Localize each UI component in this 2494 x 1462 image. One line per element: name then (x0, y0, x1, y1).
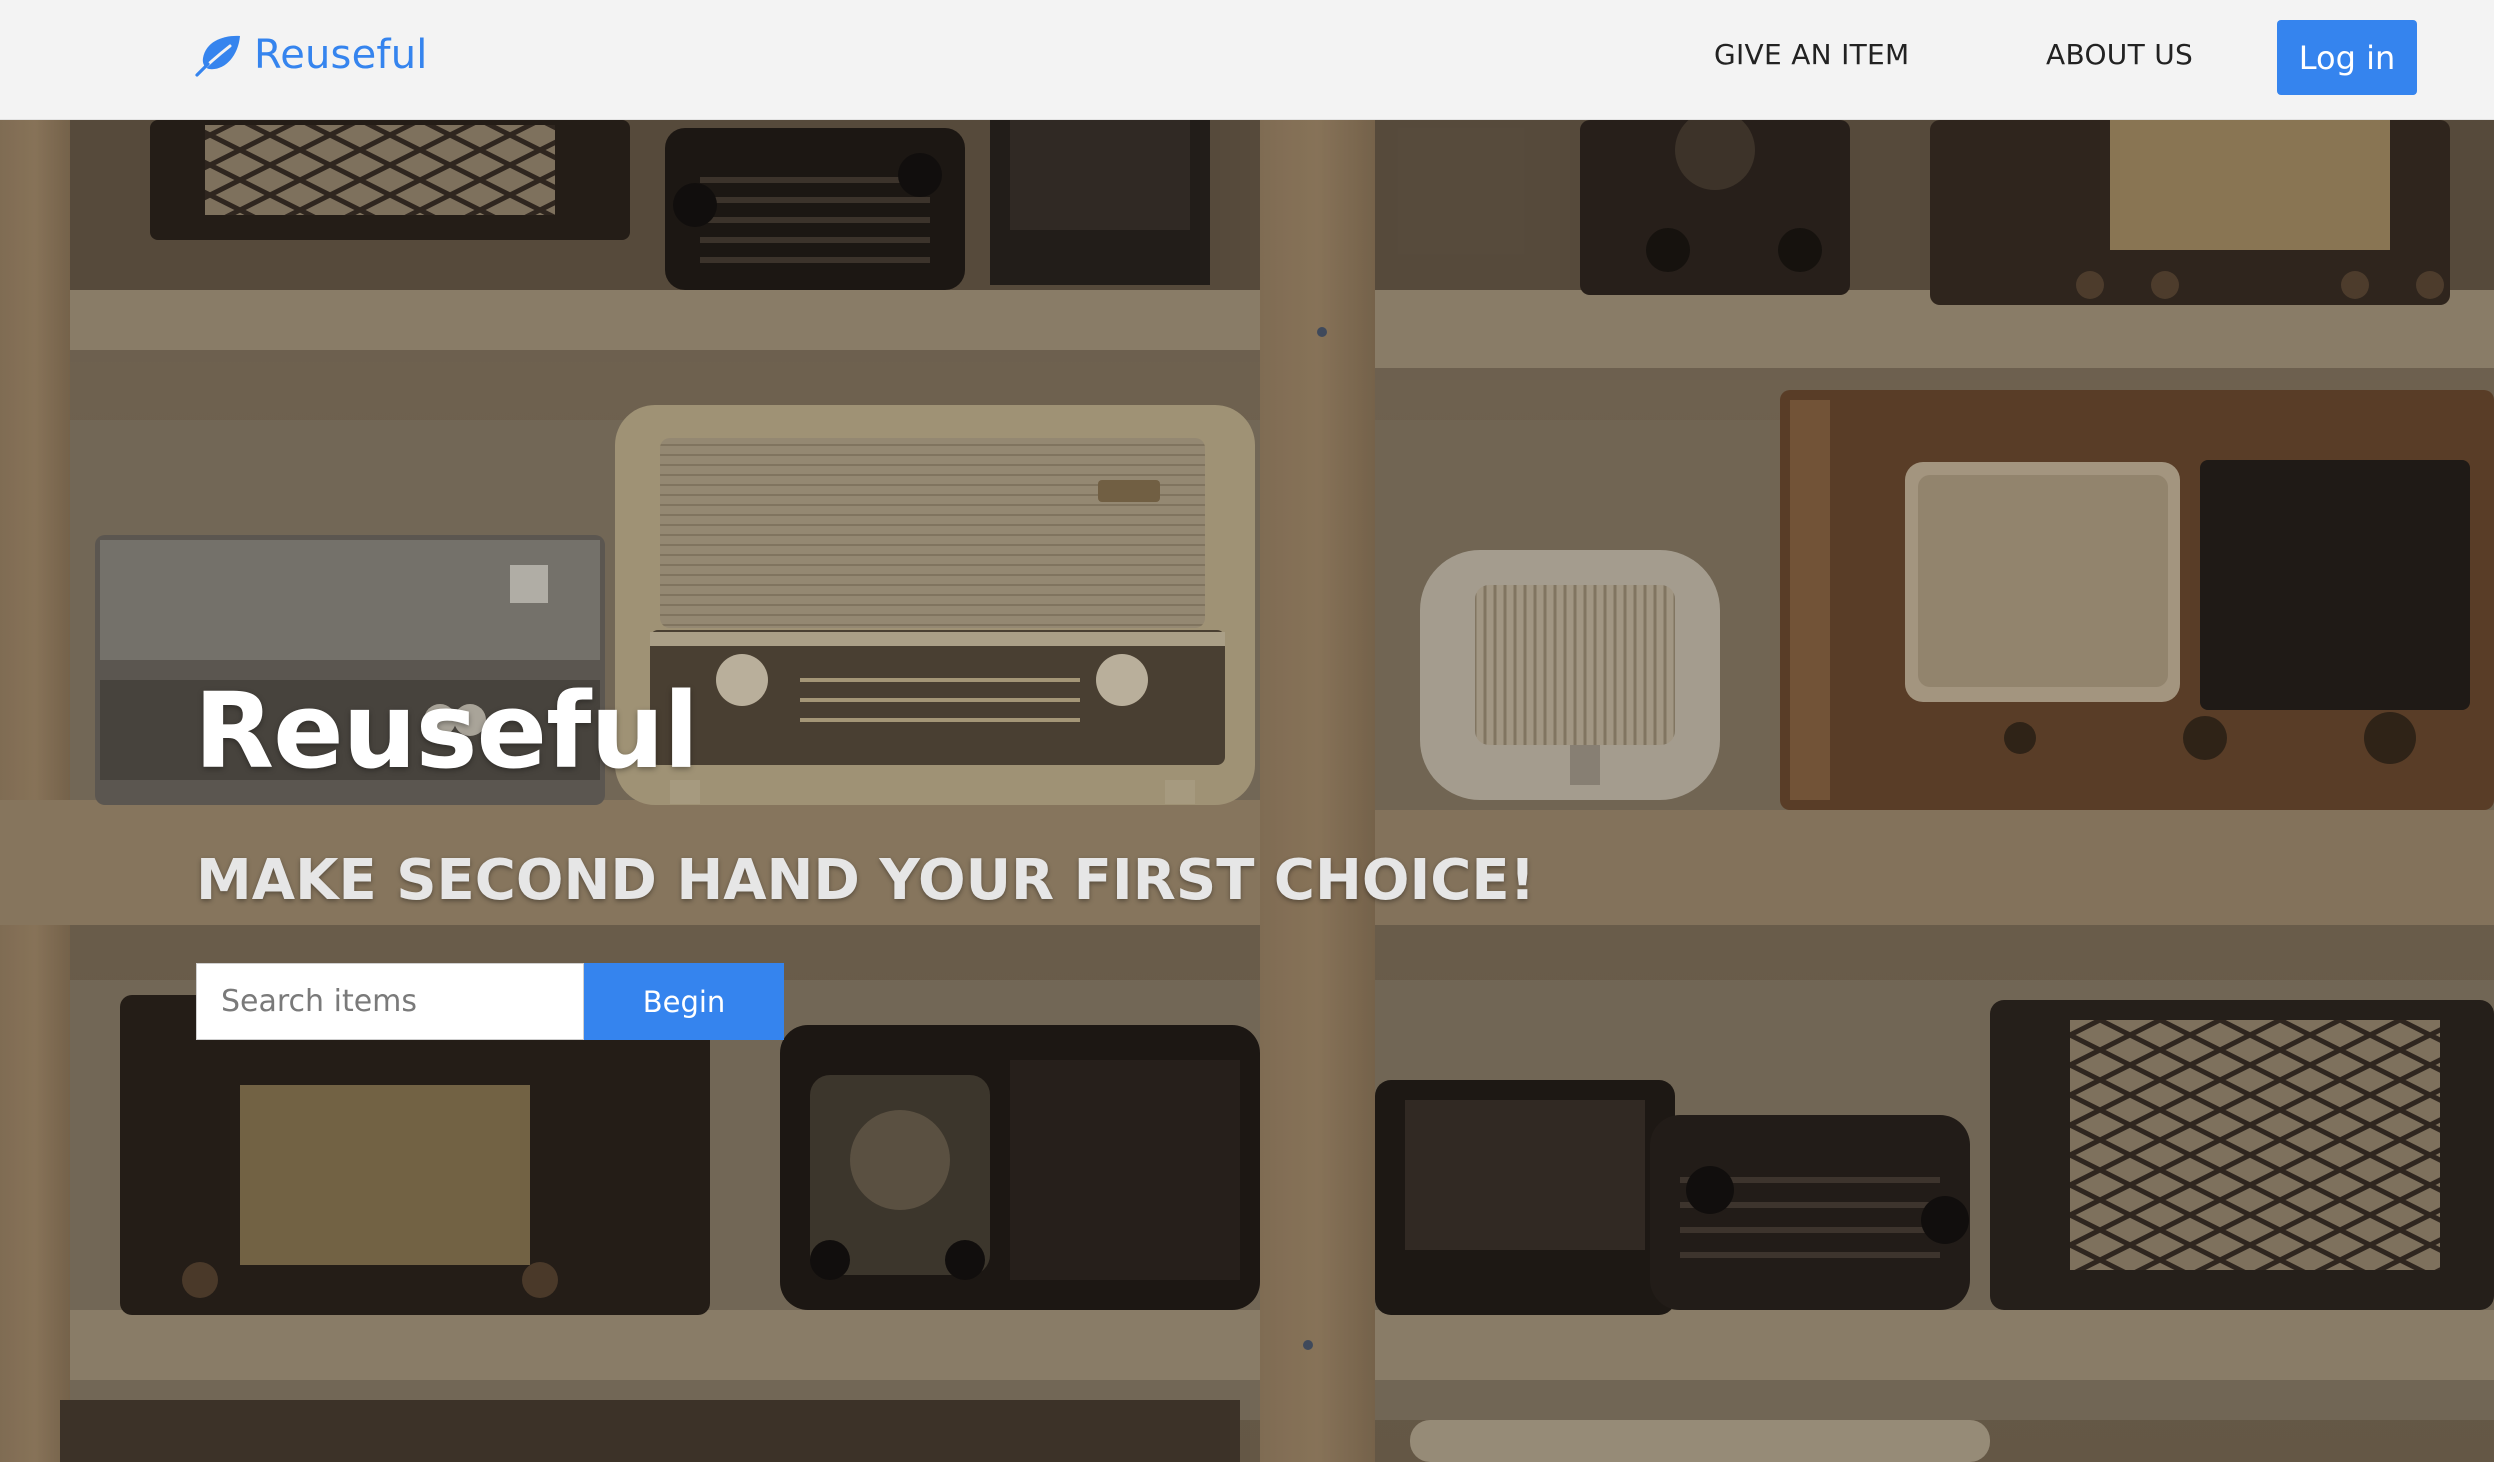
search-input[interactable] (196, 963, 584, 1040)
brand-name: Reuseful (254, 32, 428, 78)
brand-link[interactable]: Reuseful (194, 26, 428, 84)
login-button[interactable]: Log in (2277, 20, 2417, 95)
nav-give-an-item[interactable]: GIVE AN ITEM (1714, 38, 1910, 71)
leaf-icon (195, 35, 240, 77)
hero-subtitle: MAKE SECOND HAND YOUR FIRST CHOICE! (196, 848, 1536, 913)
hero-section: Reuseful MAKE SECOND HAND YOUR FIRST CHO… (0, 120, 2494, 1462)
search-form: Begin (196, 963, 784, 1040)
navbar: Reuseful GIVE AN ITEM ABOUT US Log in (0, 0, 2494, 120)
begin-button[interactable]: Begin (584, 963, 784, 1040)
nav-about-us[interactable]: ABOUT US (2046, 38, 2193, 71)
hero-title: Reuseful (194, 670, 699, 792)
